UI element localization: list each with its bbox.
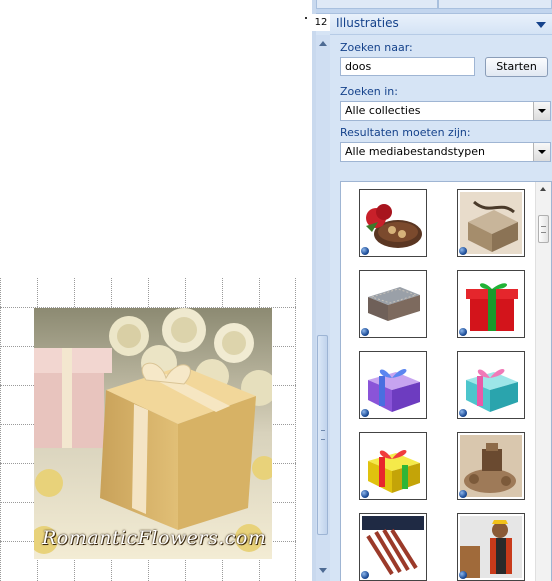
globe-icon: [459, 571, 467, 579]
globe-icon: [361, 490, 369, 498]
gift-box-photo[interactable]: RomanticFlowers.com: [34, 308, 272, 559]
globe-icon: [361, 571, 369, 579]
photo-watermark: RomanticFlowers.com: [42, 527, 267, 549]
document-vertical-scrollbar[interactable]: [316, 35, 330, 581]
results-type-select[interactable]: Alle mediabestandstypen: [340, 142, 551, 162]
ruler-marker: [305, 17, 307, 19]
globe-icon: [361, 328, 369, 336]
pane-tab[interactable]: [438, 0, 552, 9]
page-number: 12: [312, 14, 330, 31]
clip-brown-gift[interactable]: [457, 432, 525, 500]
clip-worker-with-box[interactable]: [457, 513, 525, 581]
pane-title-bar: Illustraties: [330, 14, 552, 35]
globe-icon: [459, 247, 467, 255]
results-list: [340, 181, 552, 581]
search-label: Zoeken naar:: [340, 41, 413, 54]
start-button[interactable]: Starten: [485, 57, 548, 77]
clip-teal-gift-box[interactable]: [457, 351, 525, 419]
search-in-select[interactable]: Alle collecties: [340, 101, 551, 121]
results-scrollbar[interactable]: [535, 182, 551, 581]
search-input[interactable]: [340, 57, 475, 76]
results-type-label: Resultaten moeten zijn:: [340, 126, 471, 139]
globe-icon: [459, 490, 467, 498]
pane-menu-chevron-icon[interactable]: [536, 22, 546, 28]
clip-cinnamon-sticks[interactable]: [359, 513, 427, 581]
clip-chocolates-roses[interactable]: [359, 189, 427, 257]
search-in-value: Alle collecties: [345, 104, 421, 117]
globe-icon: [459, 409, 467, 417]
scroll-up-icon[interactable]: [540, 187, 546, 191]
search-in-label: Zoeken in:: [340, 85, 398, 98]
clip-red-gift-box[interactable]: [457, 270, 525, 338]
clip-yellow-gift-box[interactable]: [359, 432, 427, 500]
scroll-grip-icon: [541, 226, 546, 233]
dropdown-arrow-icon[interactable]: [533, 102, 550, 120]
pane-tab[interactable]: [316, 0, 438, 9]
pane-title: Illustraties: [336, 16, 399, 30]
clip-ornate-box[interactable]: [359, 270, 427, 338]
clip-purple-gift-box[interactable]: [359, 351, 427, 419]
pane-top-strip: [316, 0, 552, 14]
dropdown-arrow-icon[interactable]: [533, 143, 550, 161]
scroll-thumb[interactable]: [538, 215, 549, 243]
scroll-grip-icon: [321, 430, 325, 440]
globe-icon: [361, 247, 369, 255]
scroll-up-icon[interactable]: [319, 41, 327, 46]
results-type-value: Alle mediabestandstypen: [345, 145, 485, 158]
globe-icon: [361, 409, 369, 417]
document-canvas[interactable]: RomanticFlowers.com: [0, 0, 312, 581]
globe-icon: [459, 328, 467, 336]
clip-art-task-pane: Illustraties Zoeken naar: Starten Zoeken…: [316, 0, 552, 581]
gift-box-photo-image: [34, 308, 272, 559]
clip-gift-box-sepia[interactable]: [457, 189, 525, 257]
scroll-down-icon[interactable]: [319, 568, 327, 573]
scroll-thumb[interactable]: [317, 335, 328, 535]
